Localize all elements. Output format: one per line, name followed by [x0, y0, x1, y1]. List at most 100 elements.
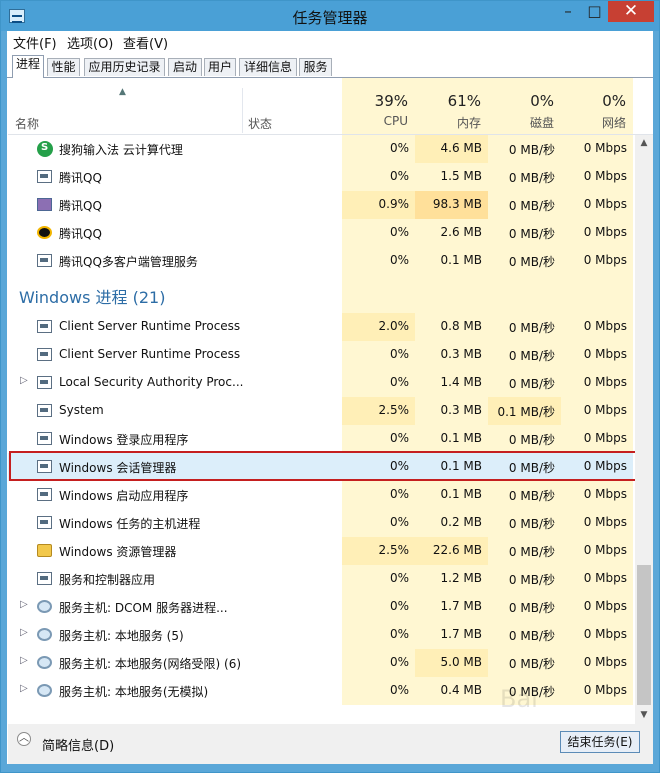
disk-value: 0.1 MB/秒: [497, 405, 555, 419]
disk-value: 0 MB/秒: [508, 517, 555, 531]
file-menu[interactable]: 文件(F): [13, 33, 57, 52]
process-row[interactable]: ▷ 服务主机: 本地服务(无模拟) 0% 0.4 MB 0 MB/秒 0 Mbp…: [8, 677, 633, 705]
process-list: 搜狗输入法 云计算代理 0% 4.6 MB 0 MB/秒 0 Mbps 腾讯QQ…: [8, 135, 639, 724]
process-row[interactable]: 腾讯QQ多客户端管理服务 0% 0.1 MB 0 MB/秒 0 Mbps: [8, 247, 633, 275]
process-row[interactable]: ▷ Local Security Authority Proc... 0% 1.…: [8, 369, 633, 397]
end-task-button[interactable]: 结束任务(E): [560, 731, 640, 753]
disk-value: 0 MB/秒: [508, 601, 555, 615]
network-value: 0 Mbps: [583, 627, 627, 641]
process-row[interactable]: 搜狗输入法 云计算代理 0% 4.6 MB 0 MB/秒 0 Mbps: [8, 135, 633, 163]
disk-value: 0 MB/秒: [508, 255, 555, 269]
expand-arrow-icon[interactable]: ▷: [20, 655, 28, 666]
network-value: 0 Mbps: [583, 197, 627, 211]
cpu-value: 0%: [389, 375, 409, 389]
process-row[interactable]: Client Server Runtime Process 0% 0.3 MB …: [8, 341, 633, 369]
memory-column-label: 内存: [456, 116, 481, 130]
process-row[interactable]: 腾讯QQ 0% 1.5 MB 0 MB/秒 0 Mbps: [8, 163, 633, 191]
disk-value: 0 MB/秒: [508, 545, 555, 559]
scroll-up-icon[interactable]: ▲: [635, 135, 653, 152]
expand-arrow-icon[interactable]: ▷: [20, 599, 28, 610]
disk-value: 0 MB/秒: [508, 199, 555, 213]
process-row[interactable]: 服务和控制器应用 0% 1.2 MB 0 MB/秒 0 Mbps: [8, 565, 633, 593]
folder-icon: [37, 544, 52, 557]
disk-value: 0 MB/秒: [508, 143, 555, 157]
process-row[interactable]: Windows 资源管理器 2.5% 22.6 MB 0 MB/秒 0 Mbps: [8, 537, 633, 565]
process-row[interactable]: 腾讯QQ 0% 2.6 MB 0 MB/秒 0 Mbps: [8, 219, 633, 247]
cpu-column-header[interactable]: 39% CPU: [342, 78, 415, 134]
scroll-thumb[interactable]: [637, 565, 651, 705]
memory-value: 4.6 MB: [440, 141, 482, 155]
network-column-header[interactable]: 0% 网络: [561, 78, 633, 134]
process-row[interactable]: ▷ 服务主机: 本地服务 (5) 0% 1.7 MB 0 MB/秒 0 Mbps: [8, 621, 633, 649]
process-row[interactable]: Windows 任务的主机进程 0% 0.2 MB 0 MB/秒 0 Mbps: [8, 509, 633, 537]
process-row[interactable]: Windows 启动应用程序 0% 0.1 MB 0 MB/秒 0 Mbps: [8, 481, 633, 509]
cpu-value: 0%: [389, 225, 409, 239]
process-row[interactable]: System 2.5% 0.3 MB 0.1 MB/秒 0 Mbps: [8, 397, 633, 425]
expand-arrow-icon[interactable]: ▷: [20, 683, 28, 694]
window-app-icon: [37, 460, 52, 473]
memory-value: 1.5 MB: [440, 169, 482, 183]
network-value: 0 Mbps: [583, 403, 627, 417]
network-value: 0 Mbps: [583, 543, 627, 557]
view-menu[interactable]: 查看(V): [123, 33, 168, 52]
memory-value: 0.8 MB: [440, 319, 482, 333]
disk-column-header[interactable]: 0% 磁盘: [488, 78, 561, 134]
close-button[interactable]: ✕: [608, 1, 654, 22]
network-value: 0 Mbps: [583, 169, 627, 183]
chevron-up-icon[interactable]: ︿: [17, 732, 31, 746]
windows-processes-group[interactable]: Windows 进程 (21): [8, 275, 633, 313]
memory-value: 1.7 MB: [440, 627, 482, 641]
memory-value: 5.0 MB: [440, 655, 482, 669]
process-row[interactable]: ▷ 服务主机: 本地服务(网络受限) (6) 0% 5.0 MB 0 MB/秒 …: [8, 649, 633, 677]
name-column-header[interactable]: 名称: [15, 115, 39, 132]
memory-value: 0.1 MB: [440, 253, 482, 267]
memory-value: 0.1 MB: [440, 431, 482, 445]
process-row[interactable]: ▷ 服务主机: DCOM 服务器进程... 0% 1.7 MB 0 MB/秒 0…: [8, 593, 633, 621]
cpu-value: 0%: [389, 459, 409, 473]
process-row[interactable]: 腾讯QQ 0.9% 98.3 MB 0 MB/秒 0 Mbps: [8, 191, 633, 219]
maximize-button[interactable]: □: [581, 1, 608, 22]
process-row[interactable]: Windows 登录应用程序 0% 0.1 MB 0 MB/秒 0 Mbps: [8, 425, 633, 453]
cpu-value: 0%: [389, 515, 409, 529]
tab-services[interactable]: 服务: [299, 58, 332, 76]
process-name: 服务和控制器应用: [59, 573, 156, 587]
footer-bar: ︿ 简略信息(D) 结束任务(E): [8, 724, 653, 764]
tab-app-history[interactable]: 应用历史记录: [84, 58, 165, 76]
process-row[interactable]: Client Server Runtime Process 2.0% 0.8 M…: [8, 313, 633, 341]
memory-column-header[interactable]: 61% 内存: [415, 78, 488, 134]
tab-processes[interactable]: 进程: [12, 55, 44, 78]
process-name: 服务主机: 本地服务(无模拟): [59, 685, 209, 699]
network-value: 0 Mbps: [583, 655, 627, 669]
cpu-value: 0%: [389, 627, 409, 641]
expand-arrow-icon[interactable]: ▷: [20, 627, 28, 638]
disk-value: 0 MB/秒: [508, 349, 555, 363]
cpu-value: 0.9%: [378, 197, 410, 211]
gear-icon: [37, 684, 52, 697]
network-value: 0 Mbps: [583, 487, 627, 501]
network-value: 0 Mbps: [583, 375, 627, 389]
network-value: 0 Mbps: [583, 319, 627, 333]
cpu-value: 0%: [389, 431, 409, 445]
minimize-button[interactable]: –: [555, 1, 581, 22]
cpu-value: 2.5%: [378, 403, 410, 417]
vertical-scrollbar[interactable]: ▲ ▼: [635, 135, 653, 724]
window-app-icon: [37, 170, 52, 183]
scroll-down-icon[interactable]: ▼: [635, 707, 653, 724]
cpu-value: 0%: [389, 655, 409, 669]
memory-value: 0.2 MB: [440, 515, 482, 529]
network-value: 0 Mbps: [583, 431, 627, 445]
tab-users[interactable]: 用户: [204, 58, 236, 76]
tab-startup[interactable]: 启动: [168, 58, 202, 76]
network-total-percent: 0%: [602, 92, 626, 110]
expand-arrow-icon[interactable]: ▷: [20, 375, 28, 386]
fewer-details-link[interactable]: 简略信息(D): [42, 735, 114, 754]
cpu-value: 2.0%: [378, 319, 410, 333]
gear-icon: [37, 600, 52, 613]
tab-performance[interactable]: 性能: [47, 58, 80, 76]
tab-details[interactable]: 详细信息: [239, 58, 297, 76]
disk-value: 0 MB/秒: [508, 377, 555, 391]
options-menu[interactable]: 选项(O): [67, 33, 113, 52]
selected-process-row[interactable]: Windows 会话管理器 0% 0.1 MB 0 MB/秒 0 Mbps: [8, 453, 633, 481]
status-column-header[interactable]: 状态: [248, 115, 272, 132]
memory-value: 0.3 MB: [440, 347, 482, 361]
